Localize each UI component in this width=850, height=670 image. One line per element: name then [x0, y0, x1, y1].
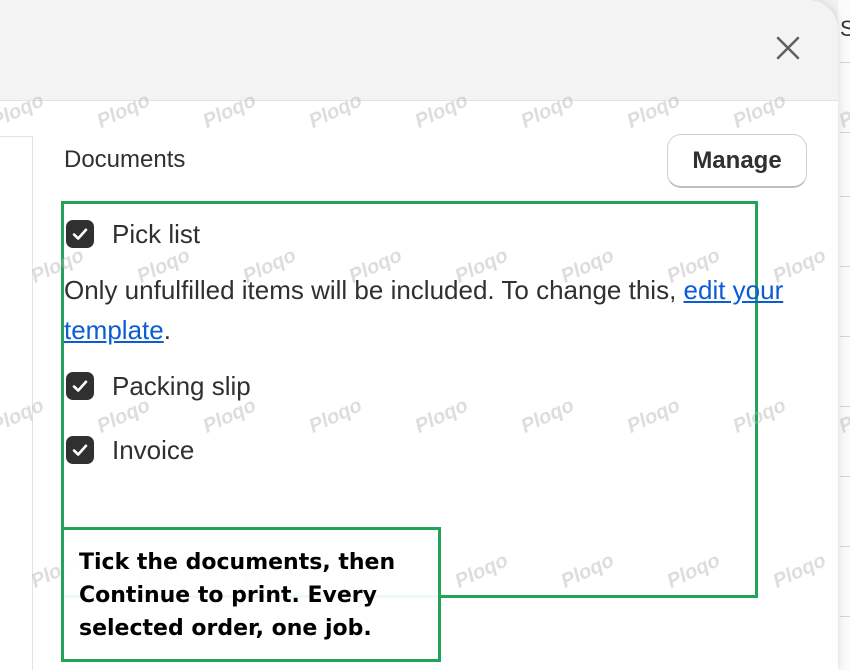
pick-list-option[interactable]: Pick list: [66, 219, 200, 249]
packing-slip-option[interactable]: Packing slip: [66, 371, 251, 401]
checkmark-icon: [72, 380, 88, 392]
close-button[interactable]: [768, 30, 808, 66]
invoice-checkbox[interactable]: [66, 436, 94, 464]
checkmark-icon: [72, 444, 88, 456]
note-end: .: [163, 315, 171, 345]
manage-button[interactable]: Manage: [667, 134, 807, 188]
pick-list-label: Pick list: [112, 218, 201, 249]
checkmark-icon: [72, 228, 88, 240]
background-partial-text: S: [840, 16, 850, 41]
packing-slip-checkbox[interactable]: [66, 372, 94, 400]
invoice-option[interactable]: Invoice: [66, 435, 194, 465]
invoice-label: Invoice: [112, 434, 195, 465]
note-text: Only unfulfilled items will be included.…: [64, 275, 684, 305]
packing-slip-label: Packing slip: [112, 370, 251, 401]
modal-header: [0, 0, 838, 101]
pick-list-note: Only unfulfilled items will be included.…: [64, 270, 794, 350]
close-icon: [776, 36, 800, 60]
left-panel: [0, 136, 33, 670]
instruction-callout: Tick the documents, then Continue to pri…: [61, 527, 441, 662]
background-table-edge: S: [838, 0, 850, 670]
pick-list-checkbox[interactable]: [66, 220, 94, 248]
documents-title: Documents: [64, 146, 186, 173]
